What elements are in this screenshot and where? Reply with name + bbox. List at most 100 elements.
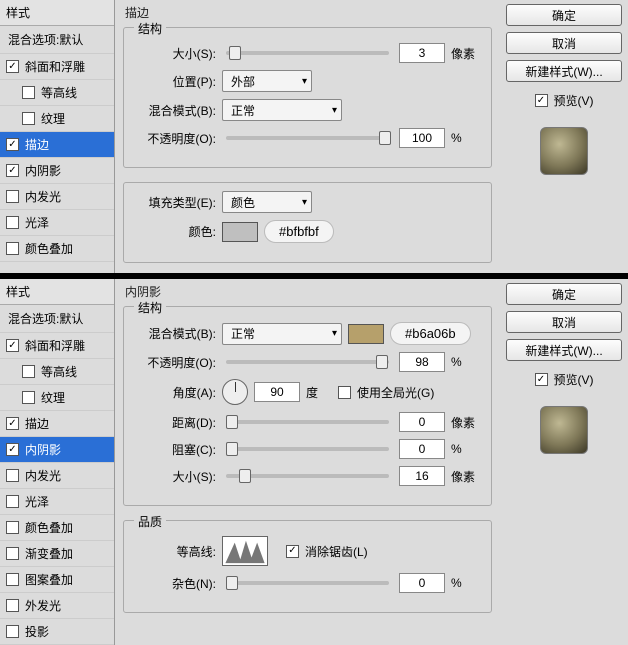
blend-mode-select[interactable]: 正常▾ [222,99,342,121]
styles-sidebar: 样式 混合选项:默认 斜面和浮雕 等高线 纹理 描边 内阴影 内发光 光泽 颜色… [0,0,115,273]
size-unit: 像素 [451,468,481,485]
sidebar-item-gradient-overlay[interactable]: 渐变叠加 [0,541,114,567]
checkbox-icon[interactable] [535,94,548,107]
choke-slider[interactable] [226,447,389,451]
new-style-button[interactable]: 新建样式(W)... [506,339,622,361]
fill-type-label: 填充类型(E): [134,194,216,211]
checkbox-icon[interactable] [6,625,19,638]
contour-picker[interactable] [222,536,268,566]
cancel-button[interactable]: 取消 [506,311,622,333]
size-input[interactable] [399,466,445,486]
ok-button[interactable]: 确定 [506,283,622,305]
opacity-slider[interactable] [226,136,389,140]
fill-group: 填充类型(E): 颜色▾ 颜色: #bfbfbf [123,182,492,263]
noise-slider[interactable] [226,581,389,585]
chevron-down-icon: ▾ [332,328,337,339]
color-label: 颜色: [134,223,216,240]
panel-title: 描边 [123,0,492,25]
choke-input[interactable] [399,439,445,459]
checkbox-icon[interactable] [6,164,19,177]
checkbox-icon[interactable] [6,599,19,612]
opacity-unit: % [451,131,481,145]
sidebar-item-pattern-overlay[interactable]: 图案叠加 [0,567,114,593]
angle-label: 角度(A): [134,384,216,401]
quality-group: 品质 等高线: 消除锯齿(L) 杂色(N): % [123,520,492,613]
antialias-checkbox[interactable] [286,545,299,558]
preview-thumbnail [540,406,588,454]
size-input[interactable] [399,43,445,63]
distance-slider[interactable] [226,420,389,424]
sidebar-item-stroke[interactable]: 描边 [0,132,114,158]
checkbox-icon[interactable] [6,339,19,352]
sidebar-item-bevel[interactable]: 斜面和浮雕 [0,54,114,80]
checkbox-icon[interactable] [6,417,19,430]
noise-unit: % [451,576,481,590]
choke-label: 阻塞(C): [134,441,216,458]
opacity-input[interactable] [399,128,445,148]
blend-mode-label: 混合模式(B): [134,325,216,342]
blend-options[interactable]: 混合选项:默认 [0,26,114,54]
checkbox-icon[interactable] [6,190,19,203]
checkbox-icon[interactable] [22,112,35,125]
distance-input[interactable] [399,412,445,432]
styles-sidebar: 样式 混合选项:默认 斜面和浮雕 等高线 纹理 描边 内阴影 内发光 光泽 颜色… [0,279,115,645]
checkbox-icon[interactable] [6,138,19,151]
checkbox-icon[interactable] [22,86,35,99]
sidebar-item-color-overlay[interactable]: 颜色叠加 [0,236,114,262]
checkbox-icon[interactable] [6,216,19,229]
checkbox-icon[interactable] [6,469,19,482]
size-slider[interactable] [226,51,389,55]
size-slider[interactable] [226,474,389,478]
angle-dial[interactable] [222,379,248,405]
checkbox-icon[interactable] [535,373,548,386]
sidebar-item-color-overlay[interactable]: 颜色叠加 [0,515,114,541]
group-legend: 结构 [134,20,166,37]
preview-toggle[interactable]: 预览(V) [535,371,594,388]
sidebar-item-inner-glow[interactable]: 内发光 [0,463,114,489]
checkbox-icon[interactable] [6,495,19,508]
preview-toggle[interactable]: 预览(V) [535,92,594,109]
checkbox-icon[interactable] [6,547,19,560]
color-swatch[interactable] [348,324,384,344]
opacity-slider[interactable] [226,360,389,364]
sidebar-item-satin[interactable]: 光泽 [0,489,114,515]
sidebar-item-bevel[interactable]: 斜面和浮雕 [0,333,114,359]
checkbox-icon[interactable] [6,60,19,73]
noise-label: 杂色(N): [134,575,216,592]
settings-panel: 描边 结构 大小(S): 像素 位置(P): 外部▾ 混合模式(B): 正常▾ … [115,0,500,273]
fill-type-select[interactable]: 颜色▾ [222,191,312,213]
sidebar-item-stroke[interactable]: 描边 [0,411,114,437]
sidebar-item-outer-glow[interactable]: 外发光 [0,593,114,619]
color-swatch[interactable] [222,222,258,242]
position-select[interactable]: 外部▾ [222,70,312,92]
panel-title: 内阴影 [123,279,492,304]
sidebar-item-contour[interactable]: 等高线 [0,359,114,385]
sidebar-item-inner-shadow[interactable]: 内阴影 [0,158,114,184]
opacity-input[interactable] [399,352,445,372]
new-style-button[interactable]: 新建样式(W)... [506,60,622,82]
noise-input[interactable] [399,573,445,593]
ok-button[interactable]: 确定 [506,4,622,26]
sidebar-item-satin[interactable]: 光泽 [0,210,114,236]
angle-input[interactable] [254,382,300,402]
chevron-down-icon: ▾ [332,105,337,116]
checkbox-icon[interactable] [6,242,19,255]
sidebar-item-inner-glow[interactable]: 内发光 [0,184,114,210]
structure-group: 结构 大小(S): 像素 位置(P): 外部▾ 混合模式(B): 正常▾ 不透明… [123,27,492,168]
checkbox-icon[interactable] [6,443,19,456]
checkbox-icon[interactable] [22,391,35,404]
sidebar-item-contour[interactable]: 等高线 [0,80,114,106]
cancel-button[interactable]: 取消 [506,32,622,54]
blend-options[interactable]: 混合选项:默认 [0,305,114,333]
global-light-checkbox[interactable] [338,386,351,399]
sidebar-item-texture[interactable]: 纹理 [0,385,114,411]
checkbox-icon[interactable] [6,521,19,534]
button-column: 确定 取消 新建样式(W)... 预览(V) [500,279,628,645]
checkbox-icon[interactable] [6,573,19,586]
sidebar-item-texture[interactable]: 纹理 [0,106,114,132]
sidebar-item-drop-shadow[interactable]: 投影 [0,619,114,645]
sidebar-item-inner-shadow[interactable]: 内阴影 [0,437,114,463]
blend-mode-select[interactable]: 正常▾ [222,323,342,345]
size-label: 大小(S): [134,468,216,485]
checkbox-icon[interactable] [22,365,35,378]
